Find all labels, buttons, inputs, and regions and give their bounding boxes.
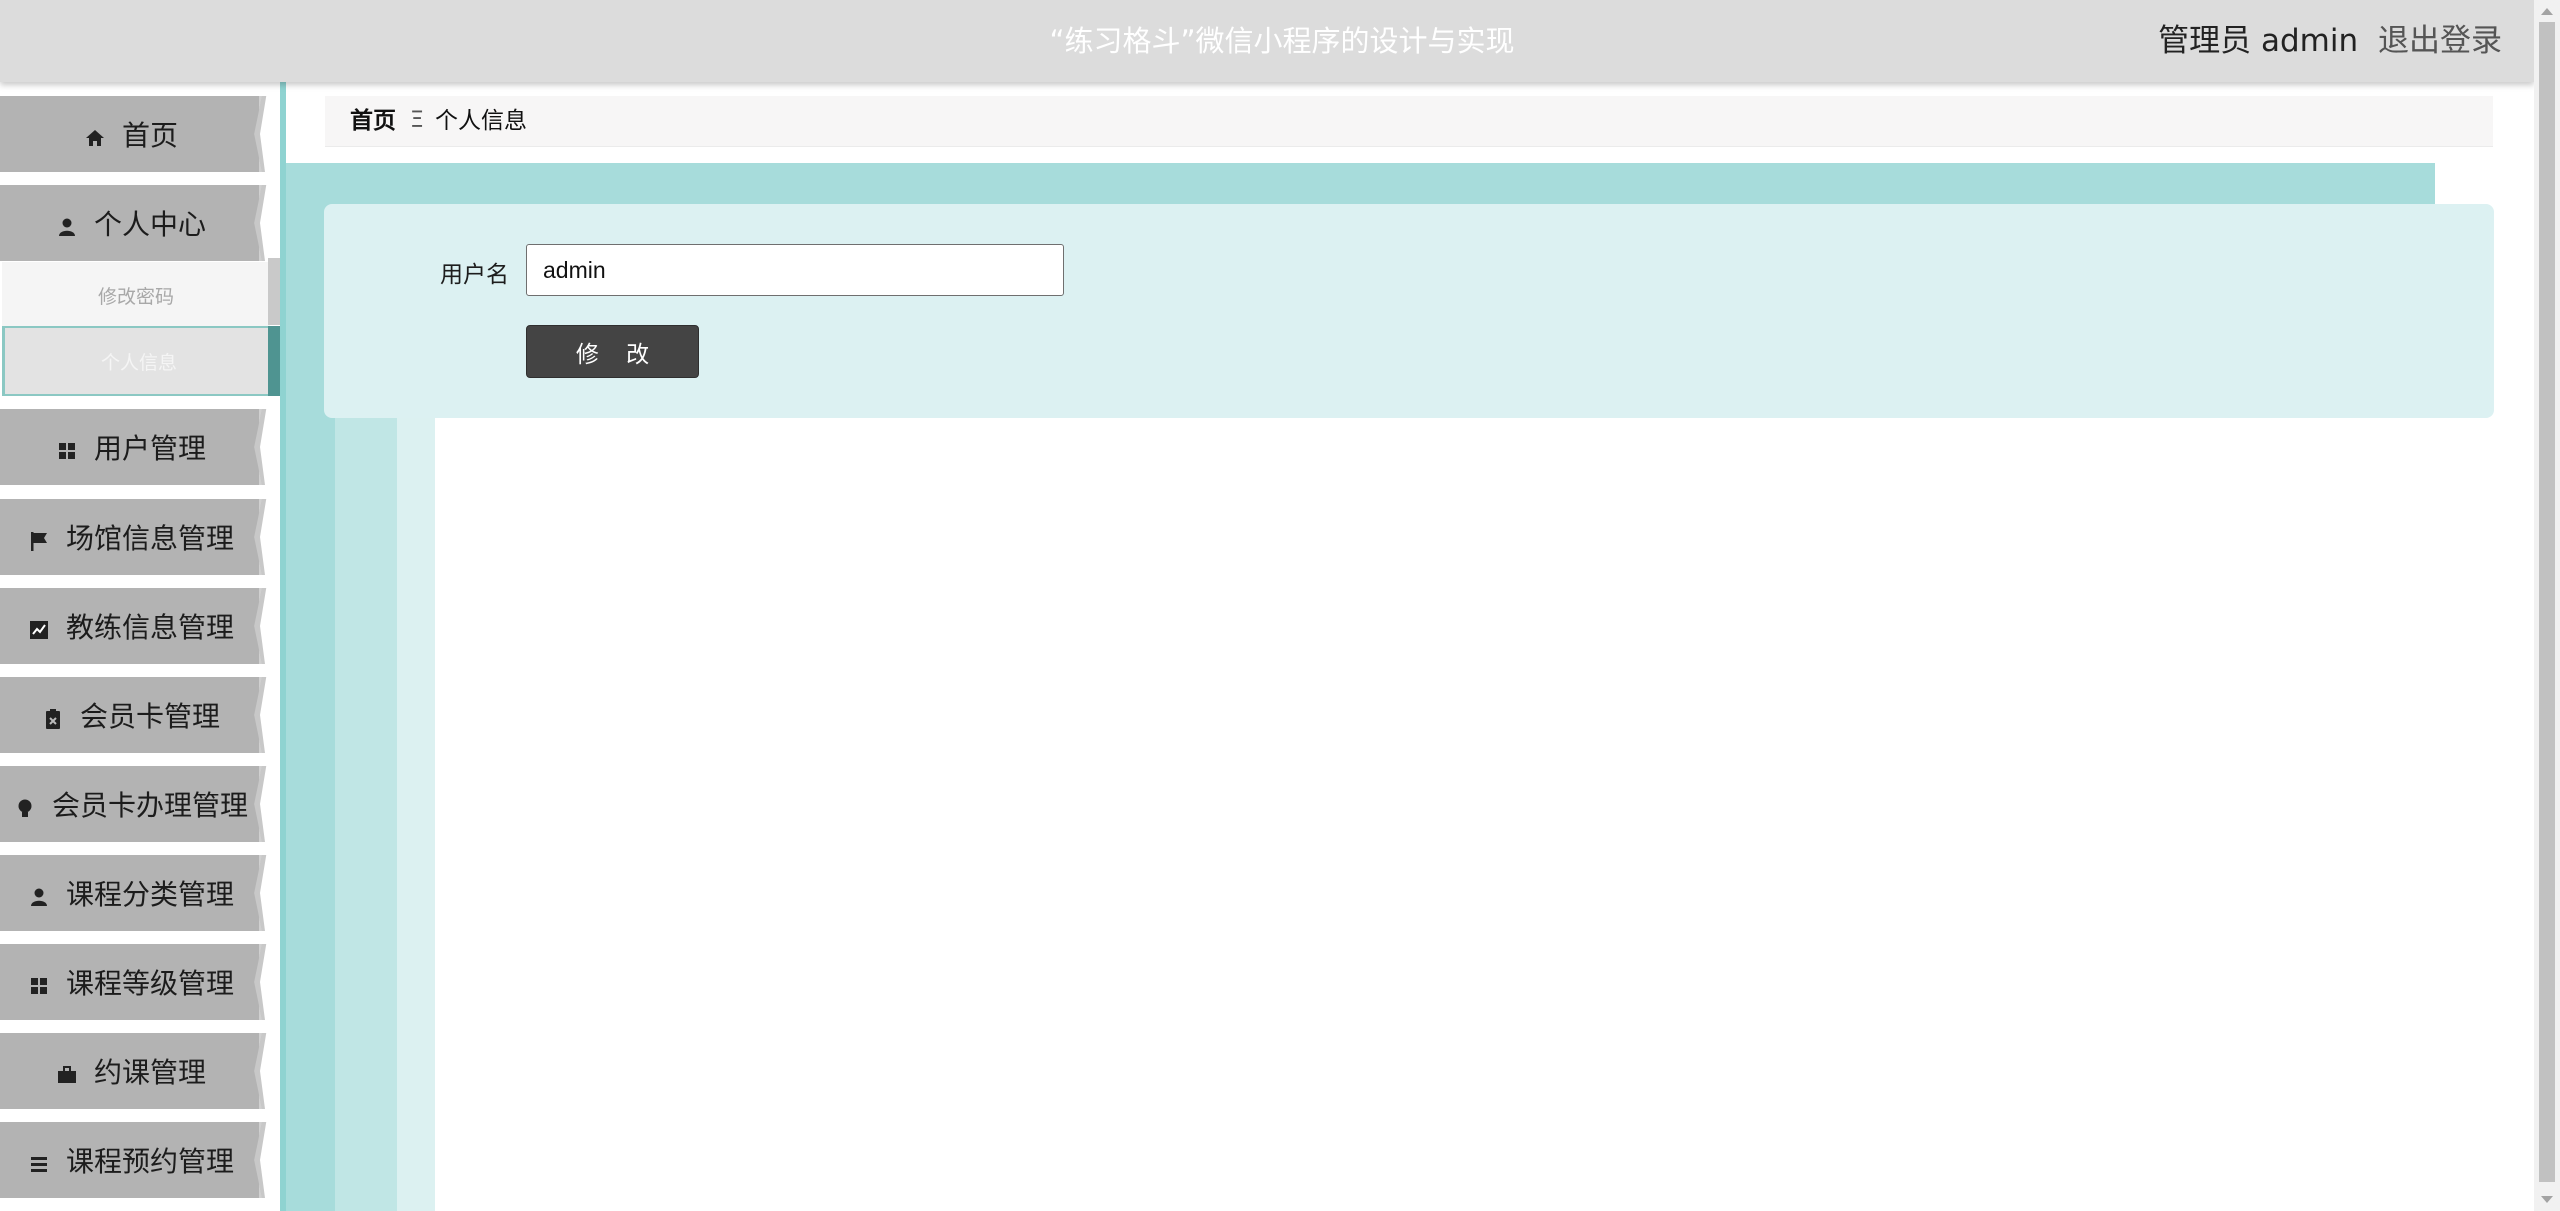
breadcrumb-home[interactable]: 首页 <box>350 96 396 146</box>
sidebar-item[interactable]: 课程等级管理 <box>0 944 262 1020</box>
scrollbar-thumb[interactable] <box>2539 22 2555 1182</box>
sidebar-item-label: 约课管理 <box>93 1056 206 1089</box>
sidebar-item[interactable]: 课程预约管理 <box>0 1122 262 1198</box>
clipboard-icon <box>42 704 64 729</box>
list-icon <box>28 1149 50 1172</box>
grid-icon <box>28 971 50 994</box>
user-area: 管理员 admin 退出登录 <box>2158 0 2502 82</box>
sidebar-item[interactable]: 课程分类管理 <box>0 855 262 931</box>
profile-form <box>324 204 2494 418</box>
sidebar-item-label: 个人中心 <box>93 208 206 241</box>
submenu-change-password[interactable]: 修改密码 <box>2 262 270 328</box>
app-title: “练习格斗”微信小程序的设计与实现 <box>1049 24 1515 58</box>
flag-icon <box>28 526 50 551</box>
submenu-label: 修改密码 <box>97 285 174 308</box>
sidebar-divider <box>280 82 286 1211</box>
sidebar-item[interactable]: 会员卡管理 <box>0 677 262 753</box>
sidebar-item[interactable]: 约课管理 <box>0 1033 262 1109</box>
scroll-down-icon[interactable] <box>2541 1196 2553 1203</box>
breadcrumb-current: 个人信息 <box>435 108 527 134</box>
user-icon <box>28 882 50 906</box>
sidebar-item-label: 课程等级管理 <box>65 967 234 1000</box>
user-label: 管理员 admin <box>2158 23 2359 59</box>
sidebar-item-label: 首页 <box>121 119 178 152</box>
username-label: 用户名 <box>440 262 509 288</box>
home-icon <box>84 123 106 146</box>
briefcase-icon <box>56 1060 78 1083</box>
scroll-up-icon[interactable] <box>2541 8 2553 15</box>
breadcrumb: 首页 Ξ 个人信息 <box>325 96 2493 147</box>
submenu-profile[interactable]: 个人信息 <box>2 326 273 396</box>
user-icon <box>56 212 78 236</box>
sidebar-item-label: 教练信息管理 <box>65 611 234 644</box>
top-header: “练习格斗”微信小程序的设计与实现 管理员 admin 退出登录 <box>0 0 2534 82</box>
username-input[interactable] <box>526 244 1064 296</box>
sidebar-item-label: 课程分类管理 <box>65 878 234 911</box>
scrollbar[interactable] <box>2534 0 2560 1211</box>
submenu-label: 个人信息 <box>100 351 177 374</box>
chart-icon <box>28 615 50 639</box>
sidebar-item-label: 场馆信息管理 <box>65 522 234 555</box>
submenu-active-indicator <box>268 326 280 396</box>
sidebar-item[interactable]: 个人中心 <box>0 185 262 261</box>
submenu-indicator <box>268 258 280 325</box>
sidebar-item[interactable]: 场馆信息管理 <box>0 499 262 575</box>
sidebar-item-label: 用户管理 <box>93 432 206 465</box>
sidebar-item[interactable]: 会员卡办理管理 <box>0 766 262 842</box>
sidebar-item[interactable]: 首页 <box>0 96 262 172</box>
logout-link[interactable]: 退出登录 <box>2378 23 2502 59</box>
sidebar-item[interactable]: 教练信息管理 <box>0 588 262 664</box>
sidebar-item[interactable]: 用户管理 <box>0 409 262 485</box>
breadcrumb-separator: Ξ <box>410 108 424 133</box>
sidebar-item-label: 会员卡管理 <box>79 700 220 733</box>
grid-icon <box>56 436 78 459</box>
update-button[interactable]: 修 改 <box>526 325 699 378</box>
bulb-icon <box>14 793 36 817</box>
sidebar-item-label: 课程预约管理 <box>65 1145 234 1178</box>
sidebar-item-label: 会员卡办理管理 <box>51 789 248 822</box>
